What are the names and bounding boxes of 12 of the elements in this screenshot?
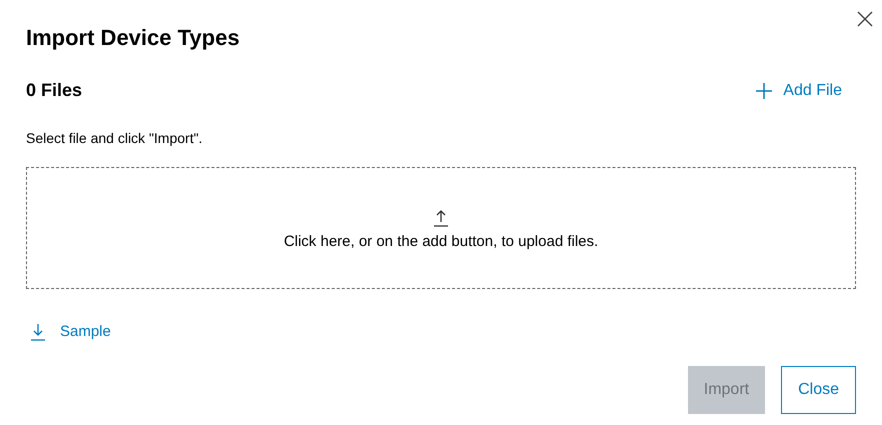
- upload-dropzone[interactable]: Click here, or on the add button, to upload files.: [26, 167, 856, 289]
- sample-link[interactable]: Sample: [30, 321, 111, 344]
- plus-icon: [755, 82, 774, 100]
- upload-icon: [433, 208, 449, 227]
- close-button[interactable]: Close: [781, 366, 856, 414]
- add-file-button[interactable]: Add File: [755, 78, 842, 102]
- dropzone-text: Click here, or on the add button, to upload files.: [284, 232, 598, 252]
- files-count: 0 Files: [26, 79, 82, 102]
- close-icon[interactable]: [856, 10, 874, 28]
- instruction-text: Select file and click "Import".: [26, 129, 204, 148]
- dialog-title: Import Device Types: [26, 24, 241, 52]
- download-icon: [30, 323, 46, 342]
